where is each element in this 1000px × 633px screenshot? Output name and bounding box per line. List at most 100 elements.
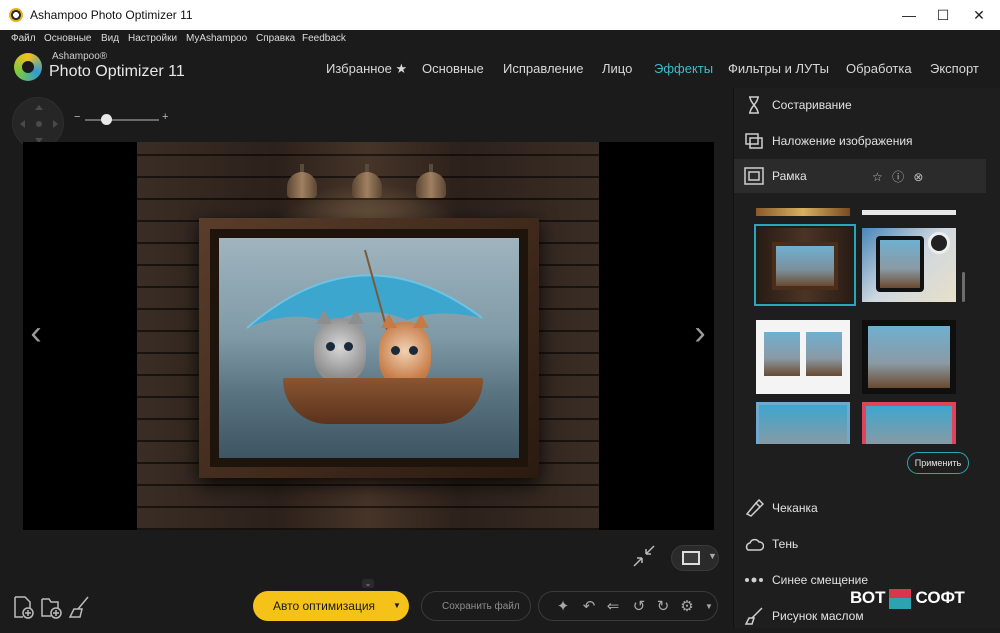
- preview-image: [137, 142, 599, 530]
- previous-image-button[interactable]: ‹: [24, 313, 48, 353]
- chevron-down-icon[interactable]: ▼: [699, 597, 719, 617]
- zoom-knob[interactable]: [100, 114, 112, 125]
- brush-icon: [744, 607, 763, 625]
- minimize-button[interactable]: —: [892, 0, 926, 30]
- tab-filters-luts[interactable]: Фильтры и ЛУТы: [728, 61, 829, 76]
- picture-frame: [199, 218, 539, 478]
- thumbnail-scrollbar[interactable]: [962, 212, 965, 442]
- image-canvas: [23, 142, 714, 530]
- frame-icon: [744, 167, 764, 185]
- effect-image-overlay[interactable]: Наложение изображения: [734, 124, 986, 158]
- bottom-toolbar: Авто оптимизация ▼ Сохранить файл ✦ ↶ ⇐ …: [0, 588, 733, 628]
- brand-sub: Ashampoo®: [52, 51, 108, 62]
- next-image-button[interactable]: ›: [688, 313, 712, 353]
- orange-kitten: [379, 314, 431, 386]
- frame-thumb[interactable]: [756, 402, 850, 444]
- settings-gear-icon[interactable]: ⚙: [677, 597, 697, 617]
- edit-tools-group: ✦ ↶ ⇐ ↺ ↻ ⚙ ▼: [538, 591, 718, 621]
- auto-optimize-button[interactable]: Авто оптимизация ▼: [253, 591, 409, 621]
- effect-emboss[interactable]: Чеканка: [734, 491, 986, 525]
- window-title: Ashampoo Photo Optimizer 11: [30, 8, 193, 22]
- dots-icon: [745, 577, 763, 583]
- watermark-right: СОФТ: [915, 588, 965, 607]
- effect-shadow[interactable]: Тень: [734, 527, 986, 561]
- frame-thumb-selected[interactable]: [754, 224, 856, 306]
- image-viewer: − + ‹ › ▼: [0, 88, 733, 588]
- frame-actions[interactable]: ☆ ⓘ ⊗: [872, 168, 926, 185]
- brand-logo-icon: [14, 53, 42, 81]
- frame-thumb[interactable]: [756, 320, 850, 394]
- rotate-right-icon[interactable]: ↻: [653, 597, 673, 617]
- rotate-left-icon[interactable]: ↺: [629, 597, 649, 617]
- tab-correction[interactable]: Исправление: [503, 61, 583, 76]
- undo-all-icon[interactable]: ⇐: [603, 597, 623, 617]
- boat: [283, 378, 483, 424]
- tab-export[interactable]: Экспорт: [930, 61, 979, 76]
- brand-name: Photo Optimizer 11: [49, 63, 185, 80]
- tab-face[interactable]: Лицо: [602, 61, 632, 76]
- undo-icon[interactable]: ↶: [579, 597, 599, 617]
- cloud-shadow-icon: [745, 538, 764, 551]
- frame-thumb[interactable]: [862, 228, 956, 302]
- menu-settings[interactable]: Настройки: [128, 33, 177, 44]
- watermark-left: ВОТ: [850, 588, 886, 607]
- menu-myashampoo[interactable]: MyAshampoo: [186, 33, 247, 44]
- app-window: Ashampoo Photo Optimizer 11 — ☐ ✕ Файл О…: [0, 0, 1000, 628]
- emboss-icon: [745, 499, 764, 517]
- add-file-icon[interactable]: [12, 595, 34, 619]
- grey-kitten: [314, 310, 366, 382]
- frame-thumb[interactable]: [862, 402, 956, 444]
- magic-wand-icon[interactable]: ✦: [553, 597, 573, 617]
- watermark-logo: ВОТ СОФТ: [850, 588, 965, 614]
- save-file-button[interactable]: Сохранить файл: [421, 591, 531, 621]
- lamp: [414, 164, 448, 204]
- lamp: [350, 164, 384, 204]
- menu-help[interactable]: Справка: [256, 33, 295, 44]
- menu-basic[interactable]: Основные: [44, 33, 91, 44]
- header: Ashampoo® Photo Optimizer 11 Избранное ★…: [0, 48, 1000, 88]
- zoom-out-button[interactable]: −: [74, 111, 80, 123]
- close-button[interactable]: ✕: [962, 0, 996, 30]
- single-view-icon: [682, 551, 700, 565]
- auto-optimize-label: Авто оптимизация: [273, 599, 376, 613]
- clear-brush-icon[interactable]: [68, 595, 90, 619]
- menu-bar: Файл Основные Вид Настройки MyAshampoo С…: [0, 30, 1000, 48]
- fit-to-screen-icon[interactable]: [631, 543, 657, 569]
- save-file-label: Сохранить файл: [442, 601, 520, 612]
- chevron-down-icon[interactable]: ▼: [393, 601, 401, 610]
- apply-button[interactable]: Применить: [907, 452, 969, 474]
- scrollbar-thumb[interactable]: [962, 272, 965, 302]
- effect-frame-label: Рамка: [772, 169, 807, 183]
- frame-thumb[interactable]: [862, 210, 956, 215]
- image-overlay-icon: [745, 133, 763, 149]
- menu-view[interactable]: Вид: [101, 33, 119, 44]
- tab-favorites[interactable]: Избранное ★: [326, 61, 407, 77]
- add-folder-icon[interactable]: [40, 595, 62, 619]
- zoom-track[interactable]: [85, 119, 159, 121]
- tab-basic[interactable]: Основные: [422, 61, 484, 76]
- kittens-photo: [219, 238, 519, 458]
- app-logo-icon: [9, 8, 23, 22]
- menu-feedback[interactable]: Feedback: [302, 33, 346, 44]
- frame-thumb[interactable]: [756, 208, 850, 216]
- effect-frame[interactable]: Рамка ☆ ⓘ ⊗: [734, 159, 986, 193]
- effects-panel: Состаривание Наложение изображения Рамка…: [733, 88, 1000, 628]
- zoom-slider[interactable]: − +: [74, 111, 174, 125]
- effect-aging-label: Состаривание: [772, 98, 852, 112]
- view-mode-toggle[interactable]: ▼: [671, 545, 719, 571]
- effect-aging[interactable]: Состаривание: [734, 88, 986, 122]
- effect-shadow-label: Тень: [772, 537, 799, 551]
- tab-processing[interactable]: Обработка: [846, 61, 912, 76]
- chevron-down-icon: ▼: [708, 551, 717, 561]
- tab-effects[interactable]: Эффекты: [654, 61, 713, 76]
- effect-emboss-label: Чеканка: [772, 501, 818, 515]
- maximize-button[interactable]: ☐: [926, 0, 960, 30]
- title-bar: Ashampoo Photo Optimizer 11 — ☐ ✕: [0, 0, 1000, 30]
- zoom-in-button[interactable]: +: [162, 111, 168, 123]
- effect-image-overlay-label: Наложение изображения: [772, 134, 913, 148]
- menu-file[interactable]: Файл: [11, 33, 36, 44]
- effect-blue-shift-label: Синее смещение: [772, 573, 869, 587]
- hourglass-icon: [749, 96, 759, 114]
- frame-thumb[interactable]: [862, 320, 956, 394]
- lamp: [285, 164, 319, 204]
